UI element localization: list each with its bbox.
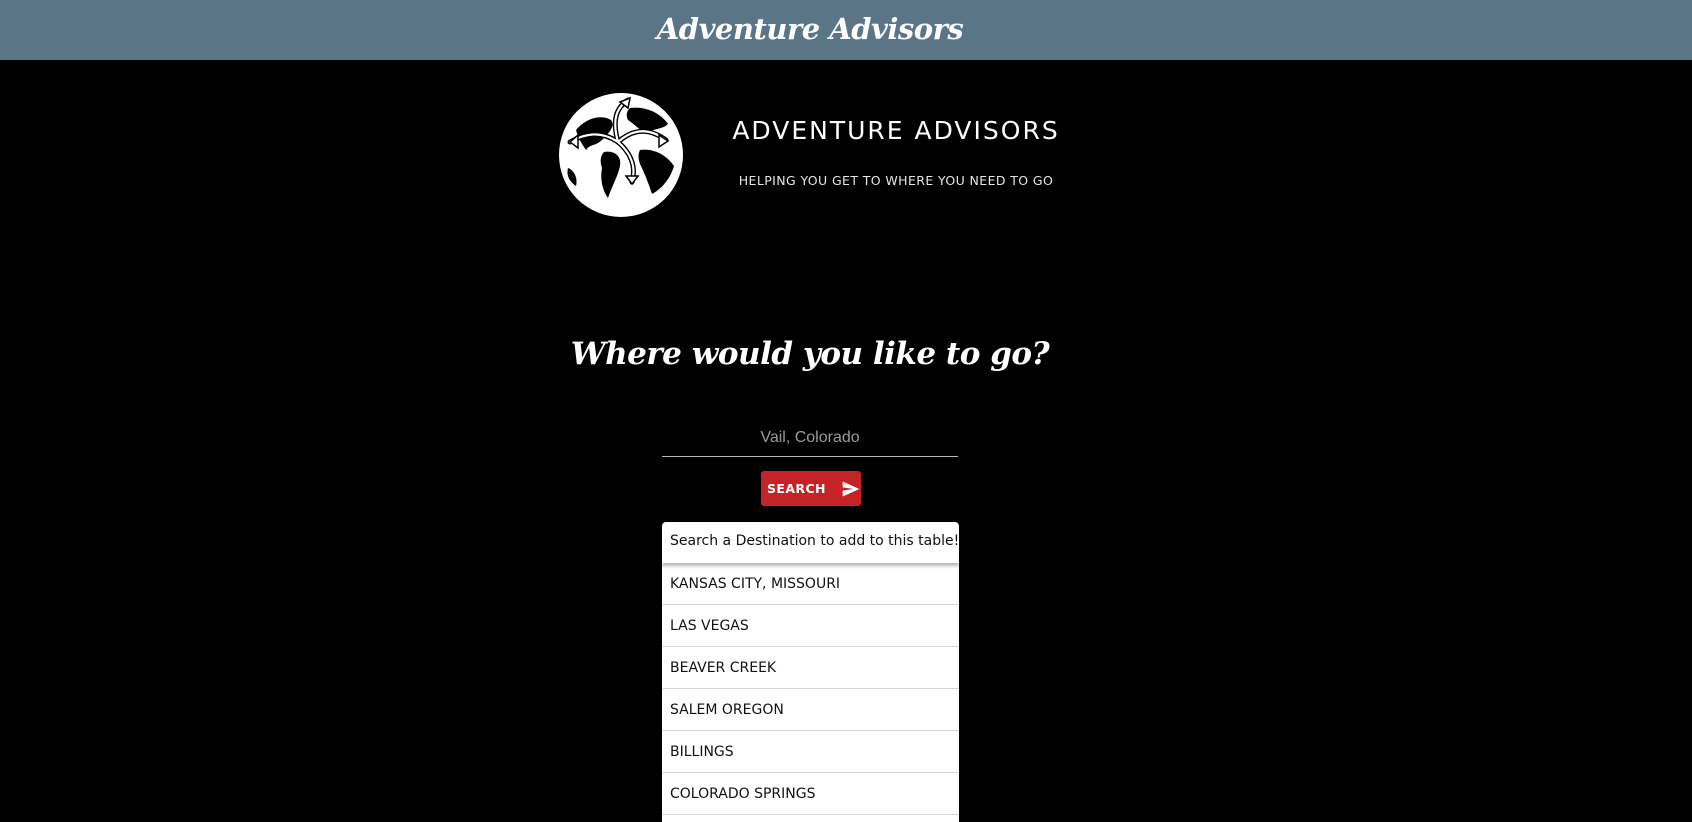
search-button[interactable]: SEARCH xyxy=(761,471,861,506)
logo: ADVENTURE ADVISORS HELPING YOU GET TO WH… xyxy=(556,90,1076,220)
search-button-label: SEARCH xyxy=(767,481,826,496)
table-row[interactable]: SALEM OREGON xyxy=(662,689,959,731)
table-row[interactable]: LAS VEGAS xyxy=(662,605,959,647)
logo-name: ADVENTURE ADVISORS xyxy=(732,116,1060,145)
table-header: Search a Destination to add to this tabl… xyxy=(662,522,959,563)
page-heading: Where would you like to go? xyxy=(570,336,1050,372)
table-row[interactable]: BEAVER CREEK xyxy=(662,647,959,689)
table-row[interactable]: KANSAS CITY, MISSOURI xyxy=(662,563,959,605)
table-row[interactable]: COLORADO SPRINGS xyxy=(662,773,959,815)
logo-tagline: HELPING YOU GET TO WHERE YOU NEED TO GO xyxy=(738,173,1054,188)
table-row[interactable]: BILLINGS xyxy=(662,731,959,773)
destination-search-input[interactable] xyxy=(662,420,958,457)
top-navbar: Adventure Advisors xyxy=(0,0,1692,60)
site-title[interactable]: Adventure Advisors xyxy=(0,0,1620,60)
globe-with-arrows-icon xyxy=(559,93,683,217)
destinations-table: Search a Destination to add to this tabl… xyxy=(662,522,959,822)
send-icon xyxy=(842,481,860,497)
